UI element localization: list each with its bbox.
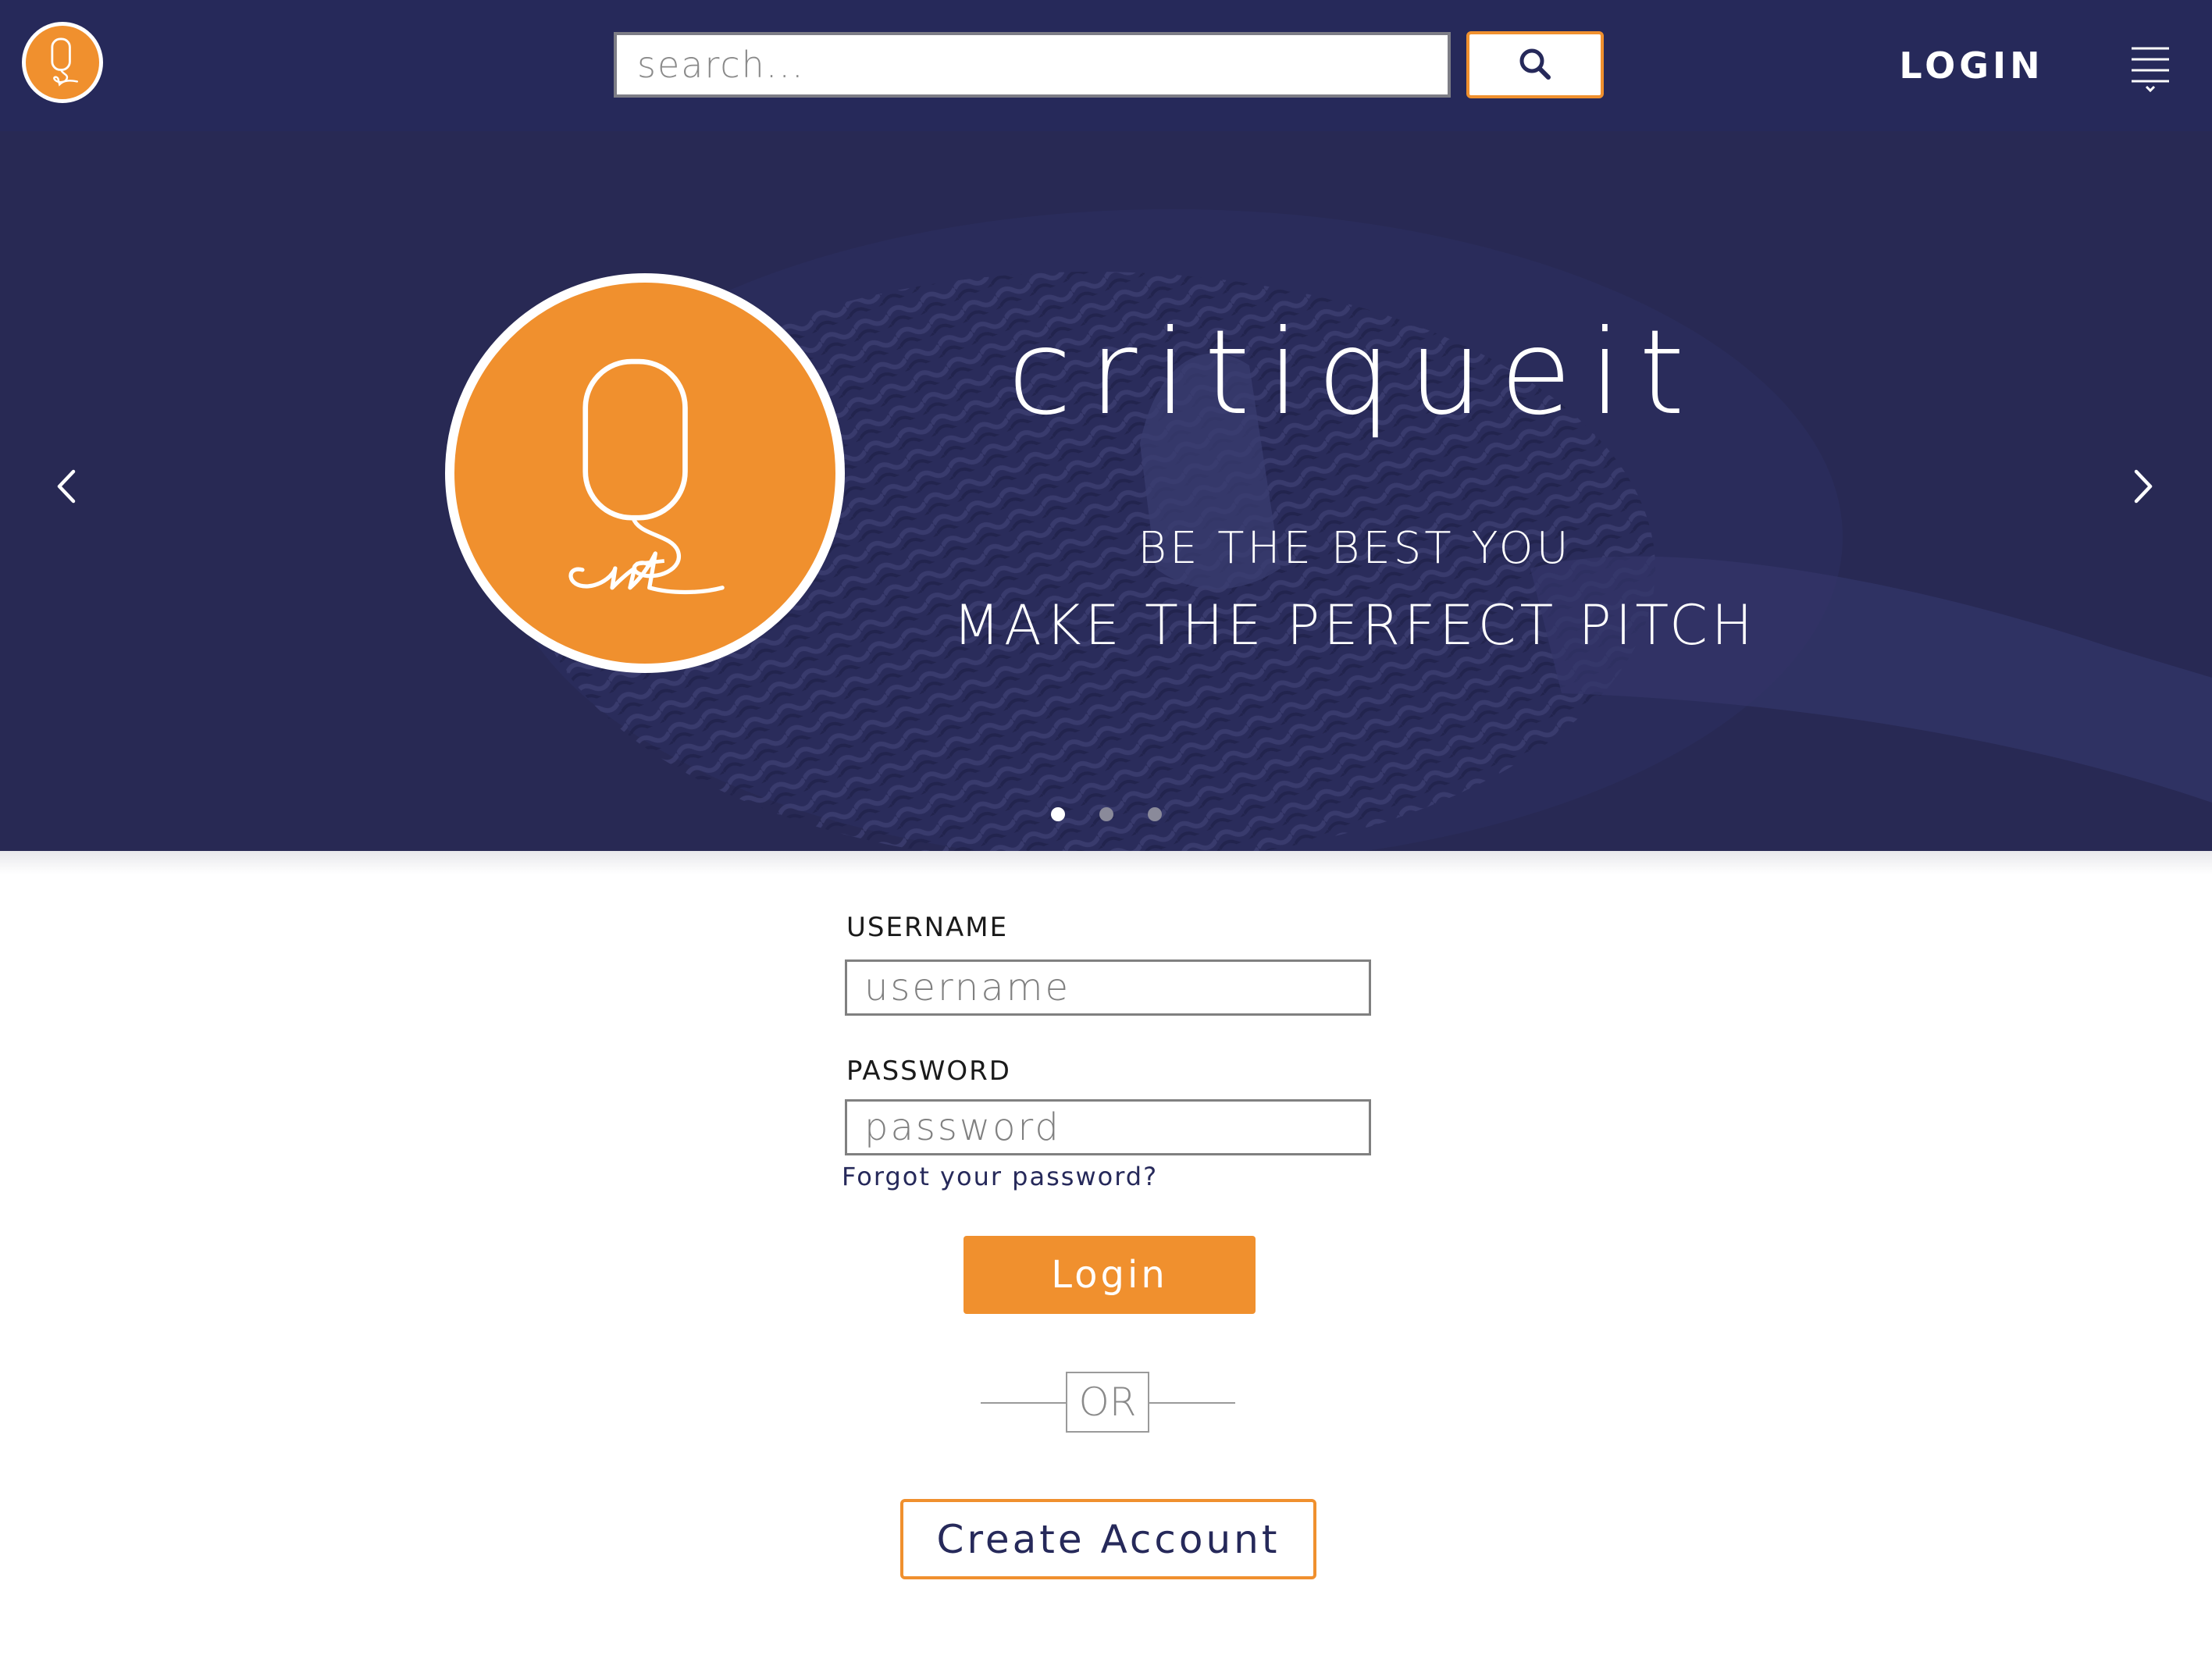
- login-button[interactable]: Login: [964, 1236, 1256, 1314]
- search-button[interactable]: [1466, 31, 1604, 98]
- hero-carousel: critiqueit BE THE BEST YOU MAKE THE PERF…: [0, 131, 2212, 851]
- password-label: PASSWORD: [846, 1056, 1011, 1087]
- username-field[interactable]: [845, 959, 1371, 1016]
- divider-line-right: [1149, 1402, 1235, 1404]
- forgot-password-link[interactable]: Forgot your password?: [842, 1162, 1158, 1191]
- username-label: USERNAME: [846, 912, 1009, 943]
- hero-logo: [445, 273, 845, 673]
- hero-title: critiqueit: [1007, 305, 1702, 441]
- carousel-prev-button[interactable]: [39, 459, 94, 514]
- hero-tagline-secondary: MAKE THE PERFECT PITCH: [953, 593, 1757, 657]
- chevron-left-icon: [57, 469, 76, 504]
- nav-login-link[interactable]: LOGIN: [1882, 41, 2061, 91]
- search-input[interactable]: [614, 32, 1451, 98]
- carousel-dot-2[interactable]: [1099, 807, 1113, 821]
- search-icon: [1519, 48, 1551, 80]
- create-account-button[interactable]: Create Account: [900, 1499, 1316, 1579]
- top-navigation-bar: LOGIN: [0, 0, 2212, 131]
- hamburger-menu-icon: [2132, 47, 2169, 92]
- hero-divider: [0, 851, 2212, 874]
- menu-button[interactable]: [2128, 44, 2172, 92]
- divider-line-left: [981, 1402, 1067, 1404]
- carousel-dot-3[interactable]: [1148, 807, 1162, 821]
- critiqueit-logo-icon: [568, 358, 725, 595]
- critiqueit-logo-icon[interactable]: [22, 22, 103, 103]
- logo-mark: [51, 37, 79, 87]
- carousel-next-button[interactable]: [2116, 459, 2171, 514]
- carousel-dot-1[interactable]: [1051, 807, 1065, 821]
- carousel-indicators: [1043, 803, 1176, 826]
- or-divider: OR: [1066, 1372, 1149, 1433]
- password-field[interactable]: [845, 1099, 1371, 1155]
- chevron-right-icon: [2134, 469, 2153, 504]
- hero-tagline-primary: BE THE BEST YOU: [1138, 523, 1572, 574]
- microphone-icon: [0, 131, 2212, 851]
